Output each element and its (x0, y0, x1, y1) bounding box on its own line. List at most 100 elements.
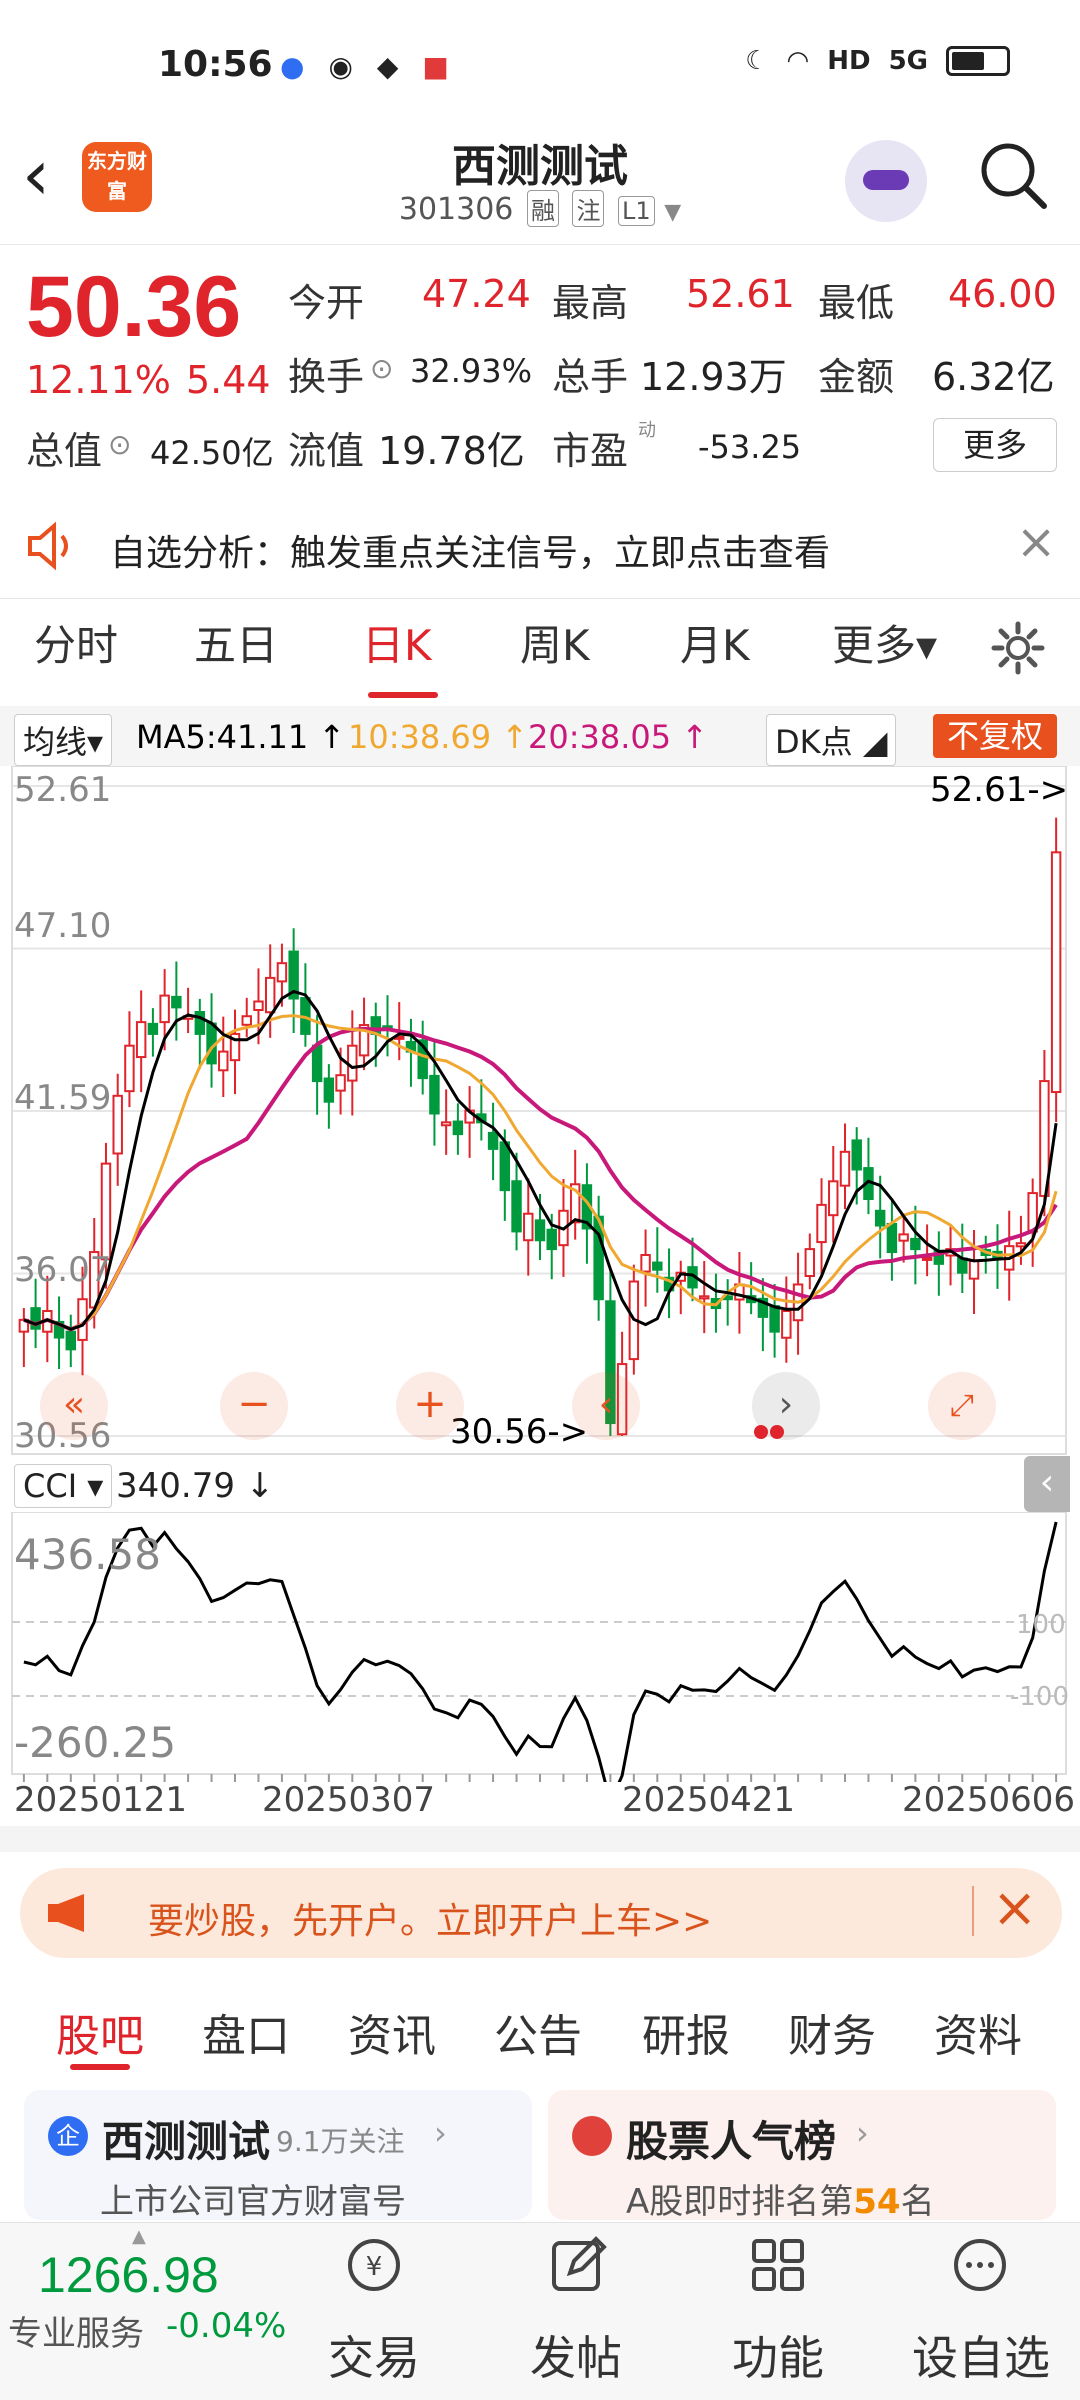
indicator-selector[interactable]: CCI ▾ (14, 1464, 113, 1508)
collapse-panel-icon[interactable]: ‹ (1024, 1456, 1070, 1512)
baidu-icon: ● (280, 50, 305, 83)
float-cap-value: 19.78亿 (378, 429, 525, 473)
candle-body (335, 1074, 346, 1092)
candle-body (499, 1141, 511, 1192)
card-title: 西测测试 (102, 2117, 271, 2166)
tab-daily-k[interactable]: 日K (362, 612, 432, 673)
close-icon[interactable]: × (992, 1876, 1037, 1939)
tab-monthly-k[interactable]: 月K (680, 612, 750, 673)
card-title: 股票人气榜 (626, 2117, 837, 2166)
margin-tag: 融 (526, 190, 559, 227)
x-label-3: 20250421 (622, 1780, 796, 1820)
candle-body (487, 1131, 499, 1150)
company-account-card[interactable]: 企 西测测试 9.1万关注 › 上市公司官方财富号 (24, 2090, 532, 2222)
svg-text:¥: ¥ (366, 2252, 383, 2282)
fullscreen-icon[interactable]: ⤢ (928, 1372, 996, 1440)
assistant-robot-icon[interactable] (845, 140, 927, 222)
x-label-1: 20250121 (14, 1780, 188, 1820)
search-icon[interactable] (978, 140, 1048, 210)
candle-body (804, 1248, 816, 1278)
candle-body (839, 1150, 851, 1187)
chevron-right-icon: › (434, 2114, 447, 2152)
settings-gear-icon[interactable] (990, 620, 1046, 676)
candle-body (546, 1228, 557, 1251)
tab-finance[interactable]: 财务 (788, 2000, 876, 2064)
add-watchlist-label[interactable]: 设自选 (906, 2322, 1056, 2388)
notice-bar[interactable]: 自选分析：触发重点关注信号，立即点击查看 × (0, 496, 1080, 596)
zoom-in-icon[interactable]: + (396, 1372, 464, 1440)
candle-body (124, 1044, 135, 1093)
post-label[interactable]: 发帖 (524, 2322, 628, 2388)
dk-point-button[interactable]: DK点 ◢ (766, 714, 897, 766)
tab-weekly-k[interactable]: 周K (520, 612, 590, 673)
candle-body (851, 1139, 862, 1171)
ma-selector[interactable]: 均线▾ (14, 714, 113, 766)
more-dots-icon[interactable] (950, 2235, 1010, 2295)
function-label[interactable]: 功能 (726, 2322, 830, 2388)
status-right: ☾ ◠ HD 5G (745, 46, 1010, 76)
compose-icon[interactable] (548, 2235, 608, 2295)
change-amount: 5.44 (186, 358, 271, 402)
trade-label[interactable]: 交易 (322, 2322, 426, 2388)
tab-announcements[interactable]: 公告 (494, 2000, 582, 2064)
candle-body (652, 1261, 663, 1271)
y-tick-4: 36.07 (14, 1250, 112, 1290)
close-icon[interactable]: × (1016, 514, 1056, 570)
stock-code: 301306 (398, 192, 514, 227)
chart-footer-strip (0, 1826, 1080, 1852)
candle-body (511, 1180, 522, 1233)
notification-icons: ● ◉ ◆ ■ (280, 50, 449, 83)
tab-five-day[interactable]: 五日 (194, 612, 278, 673)
y-tick-top: 52.61 (14, 770, 112, 810)
card-subtitle: 上市公司官方财富号 (100, 2182, 406, 2222)
candle-body (828, 1180, 839, 1217)
open-account-banner[interactable]: 要炒股，先开户。立即开户上车>> × (20, 1868, 1062, 1958)
low-label: 最低 (818, 281, 895, 325)
volume-value: 12.93万 (640, 355, 787, 399)
y-tick-2: 47.10 (14, 906, 112, 946)
tab-more[interactable]: 更多▾ (832, 612, 937, 673)
candle-body (699, 1295, 710, 1300)
candle-body (65, 1330, 77, 1351)
scroll-left-icon[interactable]: « (40, 1372, 108, 1440)
ma10-value: 10:38.69 ↑ (348, 718, 529, 756)
ma5-value: MA5:41.11 ↑ (136, 718, 346, 756)
app-icon: ◆ (376, 50, 399, 83)
candle-body (769, 1305, 780, 1333)
service-label[interactable]: 专业服务 (8, 2306, 144, 2355)
chevron-down-icon[interactable]: ▼ (664, 200, 681, 225)
popularity-card[interactable]: 股票人气榜 › A股即时排名第54名 (548, 2090, 1056, 2222)
grid-icon[interactable] (748, 2235, 808, 2295)
prev-icon[interactable]: ‹ (572, 1372, 640, 1440)
pe-value: -53.25 (698, 428, 802, 466)
more-button[interactable]: 更多 (933, 418, 1057, 472)
divider (972, 1886, 974, 1936)
candle-body (886, 1222, 898, 1254)
tab-research[interactable]: 研报 (642, 2000, 730, 2064)
tab-news[interactable]: 资讯 (348, 2000, 436, 2064)
adjust-button[interactable]: 不复权 (933, 714, 1057, 758)
cci-top-label: 436.58 (14, 1530, 161, 1579)
info-icon[interactable]: ⊙ (370, 352, 393, 385)
tab-profile[interactable]: 资料 (934, 2000, 1022, 2064)
zoom-out-icon[interactable]: − (220, 1372, 288, 1440)
info-icon[interactable]: ⊙ (108, 428, 131, 461)
candle-body (921, 1256, 933, 1261)
status-bar: 10:56 ● ◉ ◆ ■ ☾ ◠ HD 5G (0, 0, 1080, 120)
index-value[interactable]: 1266.98 (38, 2246, 219, 2304)
battery-icon (946, 46, 1010, 76)
candle-body (1050, 851, 1062, 1094)
candle-body (874, 1209, 886, 1227)
news-icon: ■ (422, 50, 449, 83)
tab-pankou[interactable]: 盘口 (202, 2000, 290, 2064)
tab-guba[interactable]: 股吧 (56, 2000, 144, 2064)
min-marker: 30.56-> (450, 1412, 589, 1452)
y-tick-3: 41.59 (14, 1078, 112, 1118)
expand-arrow-icon[interactable]: ▲ (132, 2226, 146, 2247)
candle-body (147, 1022, 159, 1035)
tab-intraday[interactable]: 分时 (34, 612, 118, 673)
active-tab-indicator (70, 2064, 130, 2070)
trade-icon[interactable]: ¥ (344, 2235, 404, 2295)
kline-chart[interactable] (0, 766, 1080, 1456)
follower-count: 9.1万关注 (276, 2125, 405, 2158)
